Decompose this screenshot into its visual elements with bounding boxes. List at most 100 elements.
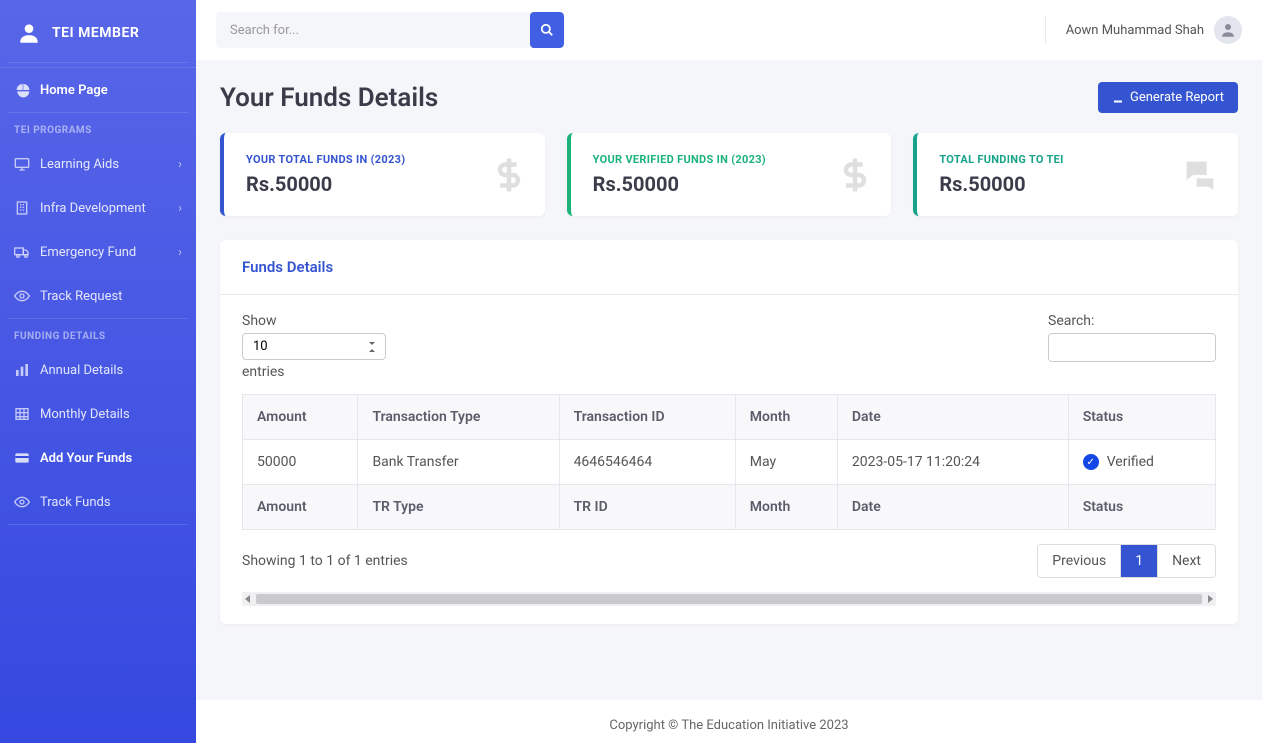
card-icon bbox=[14, 450, 30, 466]
table-icon bbox=[14, 406, 30, 422]
page-title: Your Funds Details bbox=[220, 83, 438, 113]
cell-month: May bbox=[735, 440, 837, 485]
card-value: Rs.50000 bbox=[246, 172, 523, 196]
chevron-right-icon: › bbox=[178, 157, 182, 172]
fcol-type: TR Type bbox=[358, 485, 559, 530]
sidebar-item-label: Learning Aids bbox=[40, 157, 119, 172]
main: Aown Muhammad Shah Your Funds Details Ge… bbox=[196, 0, 1262, 743]
cell-status: ✓ Verified bbox=[1068, 440, 1215, 485]
table-info: Showing 1 to 1 of 1 entries bbox=[242, 553, 408, 569]
download-icon bbox=[1112, 92, 1124, 104]
card-label: YOUR VERIFIED FUNDS IN (2023) bbox=[593, 153, 870, 166]
cell-type: Bank Transfer bbox=[358, 440, 559, 485]
entries-select[interactable]: 10 bbox=[242, 333, 386, 360]
card-label: TOTAL FUNDING TO TEI bbox=[939, 153, 1216, 166]
col-type[interactable]: Transaction Type bbox=[358, 395, 559, 440]
search-wrap bbox=[216, 12, 564, 48]
fcol-txid: TR ID bbox=[559, 485, 735, 530]
sidebar-item-label: Emergency Fund bbox=[40, 245, 136, 260]
user-name: Aown Muhammad Shah bbox=[1066, 23, 1204, 38]
funds-table: Amount Transaction Type Transaction ID M… bbox=[242, 394, 1216, 530]
dollar-icon bbox=[491, 157, 527, 193]
user-menu[interactable]: Aown Muhammad Shah bbox=[1045, 16, 1242, 44]
prev-button[interactable]: Previous bbox=[1038, 545, 1120, 577]
scrollbar-thumb[interactable] bbox=[256, 594, 1202, 604]
sidebar-item-monthly[interactable]: Monthly Details bbox=[0, 392, 196, 436]
card-total-tei: TOTAL FUNDING TO TEI Rs.50000 bbox=[913, 133, 1238, 216]
fcol-date: Date bbox=[837, 485, 1068, 530]
sidebar-item-label: Home Page bbox=[40, 83, 108, 98]
footer: Copyright © The Education Initiative 202… bbox=[196, 700, 1262, 743]
col-date[interactable]: Date bbox=[837, 395, 1068, 440]
table-footer: Showing 1 to 1 of 1 entries Previous 1 N… bbox=[242, 544, 1216, 578]
cell-amount: 50000 bbox=[243, 440, 358, 485]
col-amount[interactable]: Amount bbox=[243, 395, 358, 440]
col-txid[interactable]: Transaction ID bbox=[559, 395, 735, 440]
sidebar-item-learning-aids[interactable]: Learning Aids › bbox=[0, 142, 196, 186]
show-control: Show 10 entries bbox=[242, 313, 386, 380]
search-input[interactable] bbox=[216, 13, 526, 48]
card-value: Rs.50000 bbox=[593, 172, 870, 196]
brand[interactable]: TEI MEMBER bbox=[0, 12, 196, 62]
horizontal-scrollbar[interactable] bbox=[242, 592, 1216, 606]
cell-txid: 4646546464 bbox=[559, 440, 735, 485]
sidebar-item-emergency[interactable]: Emergency Fund › bbox=[0, 230, 196, 274]
truck-icon bbox=[14, 244, 30, 260]
col-month[interactable]: Month bbox=[735, 395, 837, 440]
chat-icon bbox=[1180, 155, 1220, 195]
eye-icon bbox=[14, 288, 30, 304]
topbar: Aown Muhammad Shah bbox=[196, 0, 1262, 60]
page-1-button[interactable]: 1 bbox=[1120, 545, 1157, 577]
cell-date: 2023-05-17 11:20:24 bbox=[837, 440, 1068, 485]
next-button[interactable]: Next bbox=[1157, 545, 1215, 577]
sidebar-item-track-request[interactable]: Track Request bbox=[0, 274, 196, 318]
sidebar-item-label: Track Funds bbox=[40, 495, 111, 510]
pagination: Previous 1 Next bbox=[1037, 544, 1216, 578]
panel-title: Funds Details bbox=[220, 240, 1238, 295]
generate-report-label: Generate Report bbox=[1130, 90, 1224, 105]
sidebar-item-label: Annual Details bbox=[40, 363, 123, 378]
search-control: Search: bbox=[1048, 313, 1216, 362]
sidebar-item-track-funds[interactable]: Track Funds bbox=[0, 480, 196, 524]
sidebar-item-infra[interactable]: Infra Development › bbox=[0, 186, 196, 230]
table-row: 50000 Bank Transfer 4646546464 May 2023-… bbox=[243, 440, 1216, 485]
entries-label: entries bbox=[242, 364, 285, 380]
chevron-right-icon: › bbox=[178, 245, 182, 260]
card-total-funds: YOUR TOTAL FUNDS IN (2023) Rs.50000 bbox=[220, 133, 545, 216]
table-search-input[interactable] bbox=[1048, 333, 1216, 362]
card-value: Rs.50000 bbox=[939, 172, 1216, 196]
show-label: Show bbox=[242, 313, 277, 329]
chevron-right-icon: › bbox=[178, 201, 182, 216]
section-programs: TEI PROGRAMS bbox=[0, 113, 196, 142]
search-button[interactable] bbox=[530, 12, 564, 48]
card-label: YOUR TOTAL FUNDS IN (2023) bbox=[246, 153, 523, 166]
fcol-status: Status bbox=[1068, 485, 1215, 530]
eye-icon bbox=[14, 494, 30, 510]
sidebar-item-add-funds[interactable]: Add Your Funds bbox=[0, 436, 196, 480]
sidebar-item-annual[interactable]: Annual Details bbox=[0, 348, 196, 392]
section-funding: FUNDING DETAILS bbox=[0, 319, 196, 348]
fcol-amount: Amount bbox=[243, 485, 358, 530]
building-icon bbox=[14, 200, 30, 216]
dashboard-icon bbox=[14, 82, 30, 98]
status-text: Verified bbox=[1107, 454, 1154, 470]
content: Your Funds Details Generate Report YOUR … bbox=[196, 60, 1262, 700]
table-footer-row: Amount TR Type TR ID Month Date Status bbox=[243, 485, 1216, 530]
sidebar-item-home[interactable]: Home Page bbox=[0, 67, 196, 112]
search-icon bbox=[540, 23, 554, 37]
person-icon bbox=[1219, 21, 1237, 39]
sidebar-item-label: Monthly Details bbox=[40, 407, 130, 422]
page-header: Your Funds Details Generate Report bbox=[220, 82, 1238, 113]
col-status[interactable]: Status bbox=[1068, 395, 1215, 440]
brand-text: TEI MEMBER bbox=[52, 25, 139, 41]
generate-report-button[interactable]: Generate Report bbox=[1098, 82, 1238, 113]
check-icon: ✓ bbox=[1083, 454, 1099, 470]
table-header-row: Amount Transaction Type Transaction ID M… bbox=[243, 395, 1216, 440]
panel-body: Show 10 entries Search: Amount bbox=[220, 295, 1238, 624]
sidebar-item-label: Infra Development bbox=[40, 201, 146, 216]
sidebar-item-label: Track Request bbox=[40, 289, 122, 304]
avatar bbox=[1214, 16, 1242, 44]
search-label: Search: bbox=[1048, 313, 1094, 329]
sidebar-item-label: Add Your Funds bbox=[40, 451, 132, 466]
funds-panel: Funds Details Show 10 entries Search: bbox=[220, 240, 1238, 624]
